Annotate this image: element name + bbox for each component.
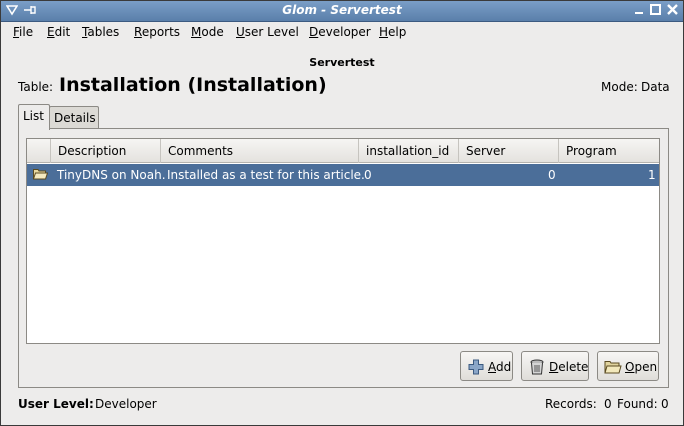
cell-server[interactable]: 0 [548, 168, 556, 182]
records-count: 0 [604, 397, 612, 411]
records-label: Records: [545, 397, 597, 411]
menu-file[interactable]: File [13, 25, 33, 39]
open-button[interactable]: Open [597, 351, 659, 381]
mode-label: Mode: [601, 80, 638, 94]
menu-reports[interactable]: Reports [134, 25, 180, 39]
table-row[interactable]: TinyDNS on Noah. Installed as a test for… [27, 164, 659, 186]
add-button[interactable]: Add [460, 351, 513, 381]
table-name: Installation (Installation) [59, 74, 327, 96]
column-header-installation-id[interactable]: installation_id [359, 139, 459, 163]
trash-icon [528, 358, 546, 376]
folder-open-icon[interactable] [32, 168, 49, 180]
records-list[interactable]: Description Comments installation_id Ser… [26, 138, 660, 344]
user-level-value: Developer [95, 397, 157, 411]
window-title: Glom - Servertest [282, 3, 402, 17]
cell-comments[interactable]: Installed as a test for this article. [167, 168, 365, 182]
glom-window: Glom - Servertest File Edit Tables Repor… [0, 0, 684, 426]
delete-button[interactable]: Delete [521, 351, 589, 381]
maximize-icon[interactable] [648, 4, 663, 19]
menu-tables[interactable]: Tables [82, 25, 119, 39]
menu-bar: File Edit Tables Reports Mode User Level… [1, 22, 683, 43]
folder-icon [604, 358, 622, 376]
add-icon [467, 358, 485, 376]
menu-help[interactable]: Help [379, 25, 406, 39]
user-level-label: User Level: [18, 397, 94, 411]
column-header-comments[interactable]: Comments [161, 139, 359, 163]
menu-developer[interactable]: Developer [309, 25, 371, 39]
database-title: Servertest [309, 56, 375, 69]
menu-mode[interactable]: Mode [191, 25, 224, 39]
found-label: Found: [617, 397, 658, 411]
title-bar[interactable]: Glom - Servertest [1, 1, 683, 22]
close-icon[interactable] [665, 4, 680, 19]
tab-list[interactable]: List [18, 104, 50, 130]
cell-program[interactable]: 1 [648, 168, 656, 182]
found-count: 0 [661, 397, 669, 411]
column-header-description[interactable]: Description [51, 139, 161, 163]
menu-user-level[interactable]: User Level [236, 25, 299, 39]
cell-installation-id[interactable]: 0 [364, 168, 372, 182]
column-header-server[interactable]: Server [459, 139, 559, 163]
column-header-program[interactable]: Program [559, 139, 659, 163]
mode-value: Data [641, 80, 670, 94]
cell-description[interactable]: TinyDNS on Noah. [57, 168, 166, 182]
menu-edit[interactable]: Edit [47, 25, 70, 39]
table-label: Table: [18, 80, 54, 94]
list-header: Description Comments installation_id Ser… [27, 139, 659, 163]
minimize-icon[interactable] [631, 4, 646, 19]
column-header-icon[interactable] [27, 139, 51, 163]
tab-details[interactable]: Details [49, 106, 99, 129]
